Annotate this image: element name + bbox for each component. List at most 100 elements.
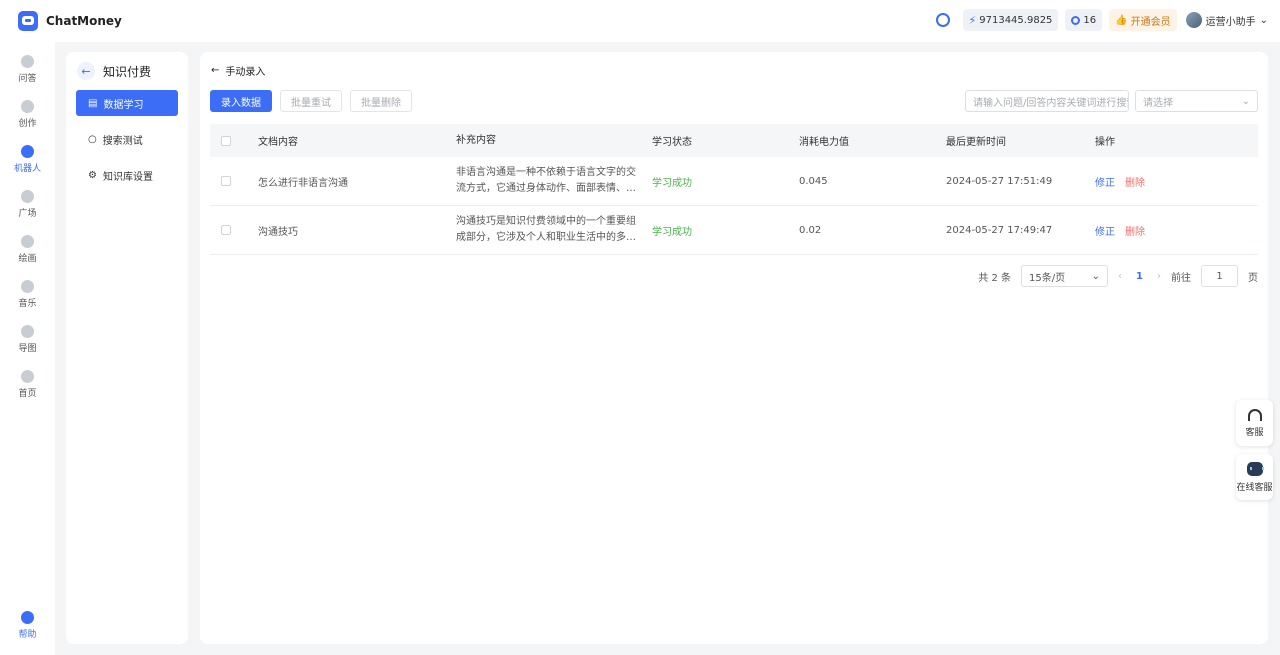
user-menu[interactable]: 运营小助手 ⌄ <box>1185 12 1268 28</box>
theme-toggle-icon[interactable] <box>935 13 950 27</box>
balance-value: 9713445.9825 <box>979 14 1053 26</box>
status-badge: 学习成功 <box>652 226 692 238</box>
back-arrow-icon[interactable]: ← <box>77 62 95 80</box>
help-icon <box>21 611 34 624</box>
nav-item-create[interactable]: 创作 <box>0 100 55 129</box>
page-number[interactable]: 1 <box>1132 271 1147 282</box>
user-name: 运营小助手 <box>1205 16 1256 28</box>
balance-badge[interactable]: ⚡ 9713445.9825 <box>962 9 1059 31</box>
breadcrumb-label: 手动录入 <box>225 67 266 78</box>
nav-label: 问答 <box>18 74 37 84</box>
nav-label: 广场 <box>18 209 37 219</box>
cost-value: 0.045 <box>799 175 828 187</box>
edit-link[interactable]: 修正 <box>1095 174 1115 189</box>
next-page-icon[interactable]: › <box>1157 271 1161 282</box>
left-nav: 问答 创作 机器人 广场 绘画 音乐 导图 首页 帮助 <box>0 42 55 655</box>
nav-label: 绘画 <box>18 254 37 264</box>
goto-suffix: 页 <box>1248 272 1258 284</box>
main-panel: ← 手动录入 录入数据 批量重试 批量删除 请输入问题/回答内容关键词进行搜索 … <box>200 52 1268 644</box>
status-select[interactable]: 请选择 ⌄ <box>1135 90 1258 112</box>
sub-item-data-learning[interactable]: ▤ 数据学习 <box>76 90 178 116</box>
nav-item-help[interactable]: 帮助 <box>0 611 55 640</box>
select-all-checkbox[interactable] <box>221 135 231 146</box>
delete-link[interactable]: 删除 <box>1125 223 1145 238</box>
row-checkbox[interactable] <box>221 176 231 186</box>
nav-label: 帮助 <box>18 630 37 640</box>
chevron-down-icon: ⌄ <box>1091 270 1101 282</box>
updated-time: 2024-05-27 17:49:47 <box>946 224 1053 236</box>
count-badge[interactable]: 16 <box>1065 9 1103 31</box>
add-data-button[interactable]: 录入数据 <box>210 90 272 112</box>
nav-label: 导图 <box>18 344 37 354</box>
vip-label: 开通会员 <box>1130 16 1171 28</box>
edit-link[interactable]: 修正 <box>1095 223 1115 238</box>
brand[interactable]: ChatMoney <box>18 11 122 31</box>
chevron-down-icon: ⌄ <box>1259 14 1268 26</box>
table-row: 沟通技巧 沟通技巧是知识付费领域中的一个重要组成部分，它涉及个人和职业生活中的多… <box>210 206 1258 255</box>
column-header: 学习状态 <box>652 137 692 148</box>
goto-input[interactable]: 1 <box>1201 265 1238 287</box>
online-service-button[interactable]: 在线客服 <box>1236 454 1273 500</box>
nav-item-music[interactable]: 音乐 <box>0 280 55 309</box>
robot-icon <box>21 145 34 158</box>
app-name: ChatMoney <box>46 14 122 28</box>
palette-icon <box>21 235 34 248</box>
home-icon <box>21 370 34 383</box>
service-label: 客服 <box>1245 427 1264 438</box>
ring-icon <box>1071 15 1081 25</box>
top-bar: ChatMoney ⚡ 9713445.9825 16 👍 开通会员 运营小助手 ⌄ <box>0 0 1280 42</box>
batch-retry-button[interactable]: 批量重试 <box>280 90 342 112</box>
prev-page-icon[interactable]: ‹ <box>1118 271 1122 282</box>
vip-button[interactable]: 👍 开通会员 <box>1109 9 1177 31</box>
nav-label: 音乐 <box>18 299 37 309</box>
pen-icon <box>21 100 34 113</box>
row-checkbox[interactable] <box>221 225 231 235</box>
nav-item-draw[interactable]: 绘画 <box>0 235 55 264</box>
avatar <box>1185 12 1202 28</box>
extra-content: 非语言沟通是一种不依赖于语言文字的交流方式，它通过身体动作、面部表情、眼神交流等… <box>456 167 636 194</box>
toolbar: 录入数据 批量重试 批量删除 <box>210 90 412 112</box>
count-value: 16 <box>1083 14 1097 26</box>
cost-value: 0.02 <box>799 224 822 236</box>
table-header: 文档内容 补充内容 学习状态 消耗电力值 最后更新时间 操作 <box>210 124 1258 157</box>
nav-label: 首页 <box>18 389 37 399</box>
nav-item-mindmap[interactable]: 导图 <box>0 325 55 354</box>
nav-item-square[interactable]: 广场 <box>0 190 55 219</box>
table-row: 怎么进行非语言沟通 非语言沟通是一种不依赖于语言文字的交流方式，它通过身体动作、… <box>210 157 1258 206</box>
sub-panel: ← 知识付费 ▤ 数据学习 ○ 搜索测试 ⚙ 知识库设置 <box>66 52 188 644</box>
delete-link[interactable]: 删除 <box>1125 174 1145 189</box>
search-input[interactable]: 请输入问题/回答内容关键词进行搜索 <box>965 90 1129 112</box>
nav-label: 机器人 <box>13 164 41 174</box>
updated-time: 2024-05-27 17:51:49 <box>946 175 1053 187</box>
logo-icon <box>18 11 38 31</box>
page-size-select[interactable]: 15条/页 ⌄ <box>1021 265 1109 287</box>
column-header: 消耗电力值 <box>799 137 849 148</box>
sub-item-search-test[interactable]: ○ 搜索测试 <box>76 126 178 152</box>
row-actions: 修正 删除 <box>1095 223 1145 238</box>
sub-item-kb-settings[interactable]: ⚙ 知识库设置 <box>76 162 178 188</box>
column-header: 操作 <box>1095 137 1115 148</box>
batch-delete-button[interactable]: 批量删除 <box>350 90 412 112</box>
headset-icon <box>1247 408 1262 421</box>
sub-panel-title: 知识付费 <box>103 64 152 79</box>
pagination: 共 2 条 15条/页 ⌄ ‹ 1 › 前往 1 页 <box>978 265 1258 287</box>
online-service-label: 在线客服 <box>1236 482 1273 493</box>
grid-icon <box>21 190 34 203</box>
nav-label: 创作 <box>18 119 37 129</box>
extra-content: 沟通技巧是知识付费领域中的一个重要组成部分，它涉及个人和职业生活中的多个方面 <box>456 216 636 243</box>
nav-item-home[interactable]: 首页 <box>0 370 55 399</box>
chat-icon <box>21 55 34 68</box>
nav-item-qa[interactable]: 问答 <box>0 55 55 84</box>
back-arrow-icon: ← <box>211 65 220 76</box>
nav-item-robot[interactable]: 机器人 <box>0 145 55 174</box>
mindmap-icon <box>21 325 34 338</box>
thumb-icon: 👍 <box>1115 14 1128 26</box>
column-header: 文档内容 <box>258 137 298 148</box>
breadcrumb[interactable]: ← 手动录入 <box>211 63 265 78</box>
page-size-value: 15条/页 <box>1029 272 1066 284</box>
column-header: 最后更新时间 <box>946 137 1006 148</box>
service-button[interactable]: 客服 <box>1236 400 1273 446</box>
total-count: 共 2 条 <box>978 272 1012 284</box>
sub-item-label: 数据学习 <box>103 99 144 111</box>
robot-icon <box>1246 461 1264 476</box>
